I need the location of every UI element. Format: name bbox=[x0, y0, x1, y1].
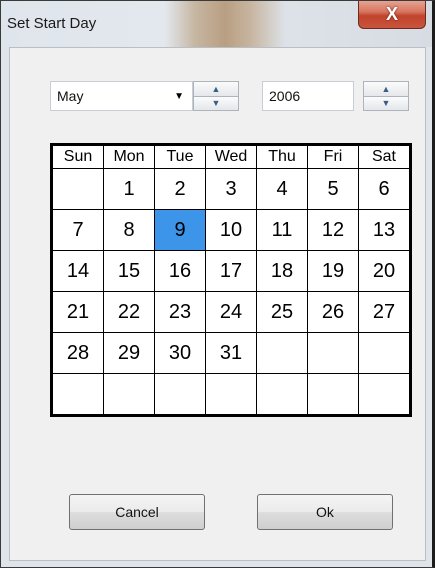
calendar-day-cell[interactable]: 10 bbox=[205, 209, 257, 251]
calendar-day-cell[interactable]: 12 bbox=[307, 209, 359, 251]
arrow-down-icon: ▼ bbox=[381, 98, 391, 109]
month-value: May bbox=[57, 88, 84, 104]
set-start-day-dialog: Set Start Day X May ▼ ▲ ▼ 2006 ▲ ▼ Sun M… bbox=[0, 0, 435, 568]
calendar-week-row: 21 22 23 24 25 26 27 bbox=[51, 291, 411, 333]
weekday-header-row: Sun Mon Tue Wed Thu Fri Sat bbox=[51, 144, 411, 169]
month-spinner[interactable]: ▲ ▼ bbox=[193, 81, 239, 111]
calendar-day-cell[interactable]: 14 bbox=[51, 250, 104, 292]
calendar-day-cell[interactable]: 15 bbox=[103, 250, 155, 292]
weekday-header: Sun bbox=[51, 144, 104, 169]
calendar-day-cell[interactable] bbox=[103, 373, 155, 416]
year-spinner[interactable]: ▲ ▼ bbox=[363, 81, 409, 111]
calendar-day-cell[interactable] bbox=[51, 168, 104, 210]
year-value: 2006 bbox=[269, 88, 301, 104]
calendar-week-row: 14 15 16 17 18 19 20 bbox=[51, 250, 411, 292]
calendar-day-cell[interactable]: 25 bbox=[256, 291, 308, 333]
calendar-day-cell[interactable]: 23 bbox=[154, 291, 206, 333]
calendar-day-cell[interactable] bbox=[256, 332, 308, 374]
calendar-week-row: 28 29 30 31 bbox=[51, 332, 411, 374]
calendar-day-cell[interactable] bbox=[358, 332, 411, 374]
calendar-week-row bbox=[51, 373, 411, 416]
calendar-day-cell[interactable]: 22 bbox=[103, 291, 155, 333]
calendar-day-cell[interactable]: 19 bbox=[307, 250, 359, 292]
title-bar[interactable]: Set Start Day X bbox=[1, 1, 432, 47]
weekday-header: Tue bbox=[154, 144, 206, 169]
cancel-button[interactable]: Cancel bbox=[69, 494, 205, 530]
arrow-down-icon: ▼ bbox=[211, 98, 221, 109]
window-title: Set Start Day bbox=[7, 15, 97, 32]
dialog-body: May ▼ ▲ ▼ 2006 ▲ ▼ Sun Mon Tue Wed Thu F… bbox=[9, 47, 426, 561]
month-spinner-up[interactable]: ▲ bbox=[194, 82, 238, 97]
calendar-day-cell[interactable] bbox=[358, 373, 411, 416]
calendar-day-cell[interactable]: 24 bbox=[205, 291, 257, 333]
year-spinner-down[interactable]: ▼ bbox=[364, 96, 408, 110]
calendar-day-cell[interactable]: 31 bbox=[205, 332, 257, 374]
calendar-day-cell[interactable]: 3 bbox=[205, 168, 257, 210]
calendar-day-cell[interactable]: 17 bbox=[205, 250, 257, 292]
weekday-header: Fri bbox=[307, 144, 359, 169]
calendar-day-cell[interactable]: 11 bbox=[256, 209, 308, 251]
calendar-day-cell[interactable]: 8 bbox=[103, 209, 155, 251]
calendar-day-cell[interactable]: 13 bbox=[358, 209, 411, 251]
month-select[interactable]: May ▼ bbox=[50, 81, 193, 111]
calendar-day-cell[interactable]: 5 bbox=[307, 168, 359, 210]
close-button[interactable]: X bbox=[358, 1, 426, 29]
calendar-day-cell[interactable]: 30 bbox=[154, 332, 206, 374]
calendar-grid: Sun Mon Tue Wed Thu Fri Sat 1 2 3 4 5 6 … bbox=[50, 143, 412, 417]
calendar-day-cell[interactable]: 4 bbox=[256, 168, 308, 210]
calendar-day-cell[interactable]: 6 bbox=[358, 168, 411, 210]
year-spinner-up[interactable]: ▲ bbox=[364, 82, 408, 97]
calendar-day-cell[interactable] bbox=[307, 373, 359, 416]
calendar-week-row: 7 8 9 10 11 12 13 bbox=[51, 209, 411, 251]
calendar-day-cell[interactable]: 28 bbox=[51, 332, 104, 374]
weekday-header: Wed bbox=[205, 144, 257, 169]
month-spinner-down[interactable]: ▼ bbox=[194, 96, 238, 110]
ok-button[interactable]: Ok bbox=[257, 494, 393, 530]
arrow-up-icon: ▲ bbox=[381, 83, 391, 94]
calendar-day-cell[interactable] bbox=[154, 373, 206, 416]
weekday-header: Thu bbox=[256, 144, 308, 169]
calendar-day-cell[interactable] bbox=[51, 373, 104, 416]
calendar-day-cell[interactable]: 2 bbox=[154, 168, 206, 210]
calendar-day-cell-selected[interactable]: 9 bbox=[154, 209, 206, 251]
arrow-up-icon: ▲ bbox=[211, 83, 221, 94]
year-field[interactable]: 2006 bbox=[262, 81, 354, 111]
calendar-day-cell[interactable]: 20 bbox=[358, 250, 411, 292]
calendar-day-cell[interactable]: 18 bbox=[256, 250, 308, 292]
calendar-day-cell[interactable]: 7 bbox=[51, 209, 104, 251]
calendar-week-row: 1 2 3 4 5 6 bbox=[51, 168, 411, 210]
calendar-day-cell[interactable]: 16 bbox=[154, 250, 206, 292]
close-icon: X bbox=[385, 4, 398, 24]
calendar-day-cell[interactable]: 21 bbox=[51, 291, 104, 333]
weekday-header: Mon bbox=[103, 144, 155, 169]
calendar-day-cell[interactable] bbox=[256, 373, 308, 416]
calendar-day-cell[interactable]: 29 bbox=[103, 332, 155, 374]
chevron-down-icon: ▼ bbox=[174, 90, 184, 102]
calendar-day-cell[interactable] bbox=[205, 373, 257, 416]
weekday-header: Sat bbox=[358, 144, 411, 169]
calendar-day-cell[interactable] bbox=[307, 332, 359, 374]
calendar-day-cell[interactable]: 1 bbox=[103, 168, 155, 210]
calendar-day-cell[interactable]: 27 bbox=[358, 291, 411, 333]
calendar-day-cell[interactable]: 26 bbox=[307, 291, 359, 333]
